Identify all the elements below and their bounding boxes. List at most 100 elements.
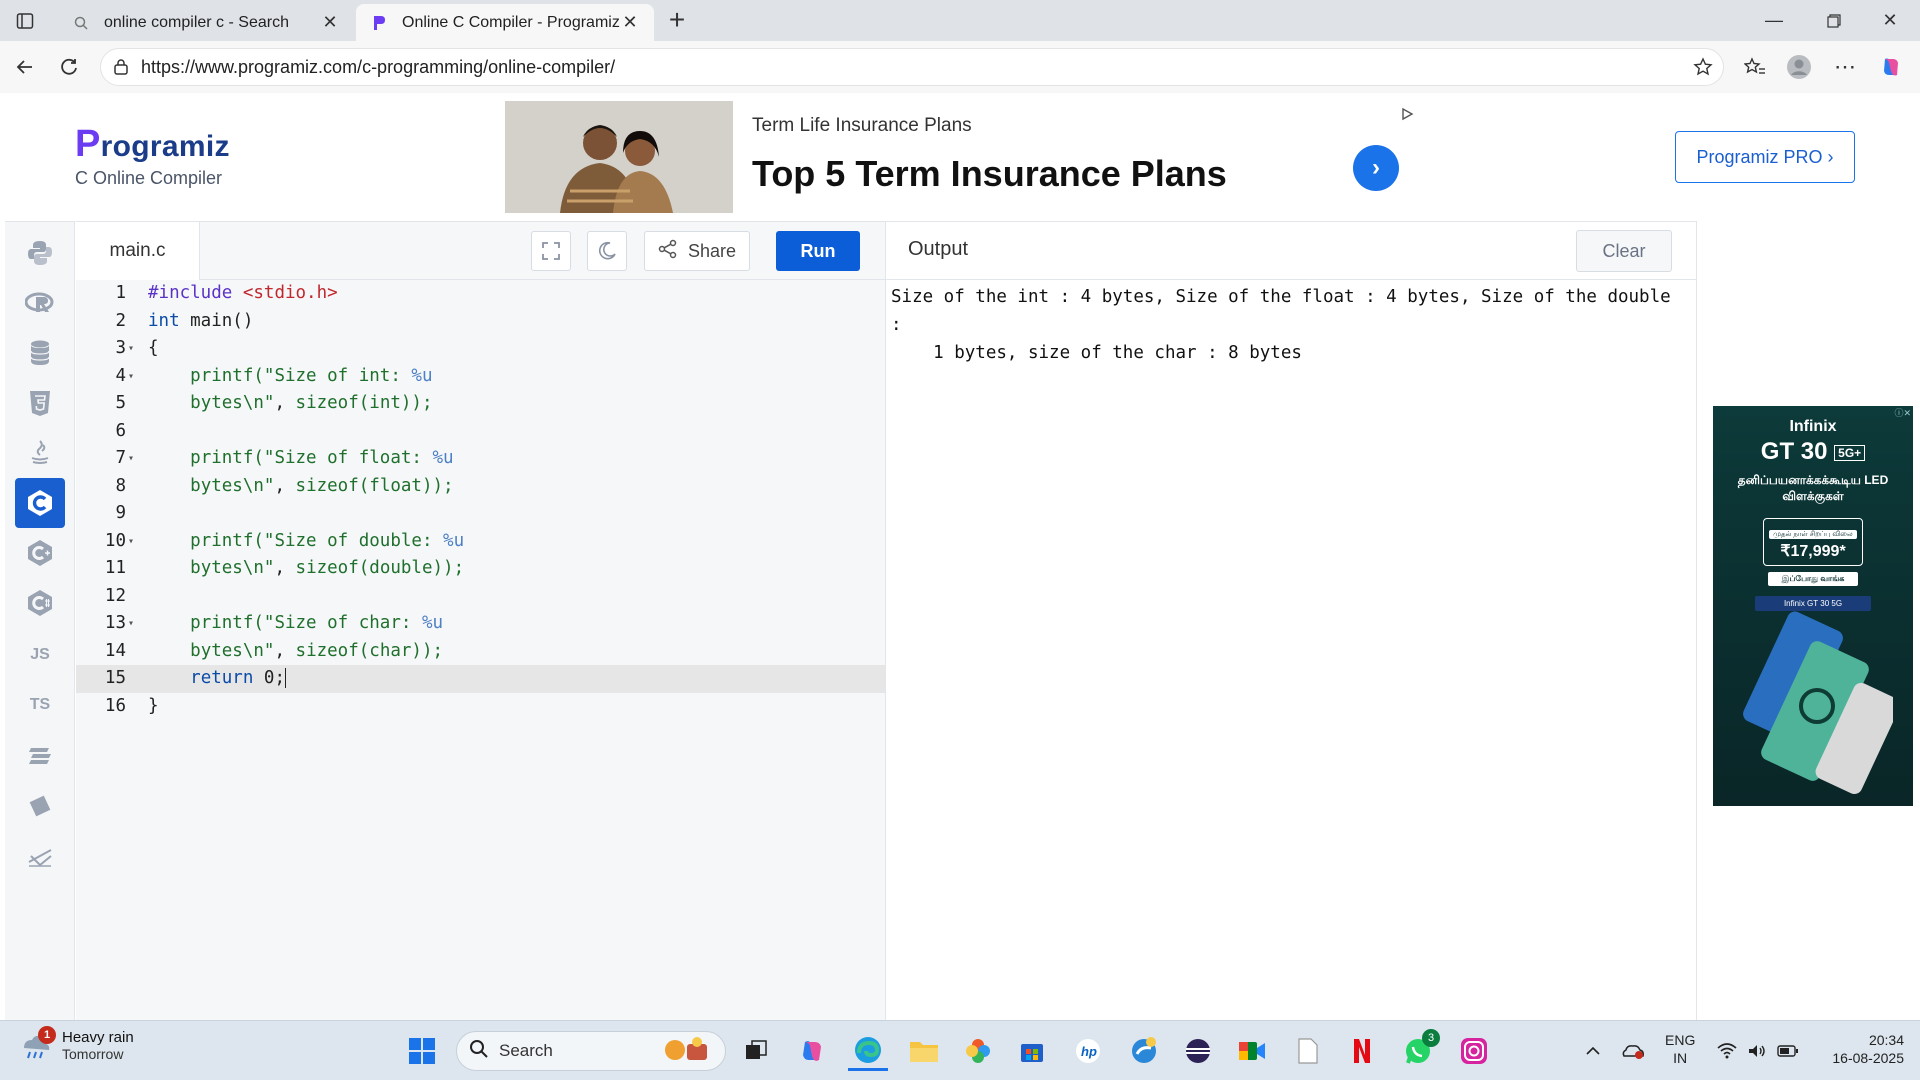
code-line: 4 ▾ printf("Size of int: %u bbox=[76, 363, 885, 391]
photos-icon[interactable] bbox=[958, 1031, 998, 1071]
share-label: Share bbox=[687, 240, 737, 261]
ad-model: GT 30 5G+ bbox=[1713, 438, 1913, 466]
java-icon[interactable] bbox=[15, 428, 65, 478]
file-icon[interactable] bbox=[1288, 1031, 1328, 1071]
python-app-icon[interactable] bbox=[1124, 1031, 1164, 1071]
task-view-icon[interactable] bbox=[736, 1031, 776, 1071]
notification-badge: 3 bbox=[1422, 1029, 1440, 1047]
code-line: 5 bytes\n", sizeof(int)); bbox=[115, 393, 433, 413]
battery-icon[interactable] bbox=[1774, 1031, 1802, 1071]
clear-button[interactable]: Clear bbox=[1576, 230, 1672, 272]
site-info-icon[interactable] bbox=[101, 59, 141, 75]
ad-close-icon[interactable]: ⓘ✕ bbox=[1894, 406, 1911, 419]
instagram-icon[interactable] bbox=[1454, 1031, 1494, 1071]
taskbar-search[interactable]: Search bbox=[456, 1031, 726, 1071]
fullscreen-icon[interactable] bbox=[531, 231, 571, 271]
output-title: Output bbox=[908, 238, 969, 260]
minimize-icon[interactable]: — bbox=[1746, 0, 1802, 41]
file-tab[interactable]: main.c bbox=[76, 222, 200, 280]
programiz-logo[interactable]: Programiz bbox=[75, 123, 230, 166]
back-icon[interactable] bbox=[8, 50, 42, 84]
onedrive-icon[interactable] bbox=[1618, 1031, 1648, 1071]
editor-toolbar: main.c Share Run bbox=[76, 222, 885, 280]
refresh-icon[interactable] bbox=[52, 50, 86, 84]
svg-text:hp: hp bbox=[1081, 1044, 1097, 1059]
database-icon[interactable] bbox=[15, 328, 65, 378]
search-icon bbox=[469, 1039, 489, 1064]
c-icon[interactable] bbox=[15, 478, 65, 528]
output-header: Output Clear bbox=[886, 222, 1697, 280]
ad-choices-icon[interactable] bbox=[1400, 107, 1414, 124]
programiz-page: Programiz C Online Compiler Term Life In… bbox=[5, 93, 1920, 1021]
taskbar-search-label: Search bbox=[499, 1041, 553, 1060]
html5-icon[interactable] bbox=[15, 378, 65, 428]
netflix-icon[interactable] bbox=[1342, 1031, 1382, 1071]
meet-icon[interactable] bbox=[1232, 1031, 1272, 1071]
address-bar: https://www.programiz.com/c-programming/… bbox=[0, 41, 1920, 93]
eclipse-icon[interactable] bbox=[1178, 1031, 1218, 1071]
more-options-icon[interactable]: ⋯ bbox=[1828, 50, 1862, 84]
ad-kicker: Term Life Insurance Plans bbox=[752, 115, 972, 136]
dark-mode-icon[interactable] bbox=[587, 231, 627, 271]
edge-browser-icon[interactable] bbox=[848, 1031, 888, 1071]
programiz-pro-button[interactable]: Programiz PRO › bbox=[1675, 131, 1855, 183]
output-text[interactable]: Size of the int : 4 bytes, Size of the f… bbox=[891, 283, 1691, 367]
ad-buy-button[interactable]: இப்போது வாங்க bbox=[1768, 572, 1858, 586]
favorite-star-icon[interactable] bbox=[1683, 57, 1723, 77]
code-area[interactable]: 1 #include <stdio.h> 2 int main() 3 ▾{ 4 ▾ p… bbox=[76, 280, 885, 720]
restore-icon[interactable] bbox=[1806, 0, 1862, 41]
r-icon[interactable] bbox=[15, 278, 65, 328]
clock[interactable]: 20:34 16-08-2025 bbox=[1812, 1031, 1904, 1067]
file-explorer-icon[interactable] bbox=[904, 1031, 944, 1071]
fold-caret-icon: ▾ bbox=[128, 535, 135, 547]
favorites-icon[interactable] bbox=[1738, 50, 1772, 84]
volume-icon[interactable] bbox=[1744, 1031, 1770, 1071]
copilot-app-icon[interactable] bbox=[792, 1031, 832, 1071]
brand[interactable]: Programiz C Online Compiler bbox=[75, 123, 230, 189]
whatsapp-icon[interactable]: 3 bbox=[1398, 1029, 1440, 1071]
tab-actions-icon[interactable] bbox=[10, 8, 40, 34]
code-line: 6 bbox=[115, 420, 126, 441]
python-icon[interactable] bbox=[15, 228, 65, 278]
programiz-favicon bbox=[370, 14, 388, 32]
ad-headline: Top 5 Term Insurance Plans bbox=[752, 153, 1227, 194]
notification-badge: 1 bbox=[38, 1025, 56, 1044]
code-line: 12 bbox=[104, 585, 126, 606]
ad-tagline: தனிப்பயனாக்கக்கூடிய LED விளக்குகள் bbox=[1737, 473, 1889, 503]
new-tab-icon[interactable]: + bbox=[662, 6, 692, 36]
tab-programiz[interactable]: Online C Compiler - Programiz ✕ bbox=[356, 4, 654, 41]
ad-banner[interactable]: Term Life Insurance Plans Top 5 Term Ins… bbox=[505, 101, 1414, 213]
go-icon[interactable] bbox=[15, 730, 65, 780]
wifi-icon[interactable] bbox=[1714, 1031, 1740, 1071]
code-line: 8 bytes\n", sizeof(float)); bbox=[115, 475, 454, 496]
close-window-icon[interactable]: ✕ bbox=[1862, 0, 1918, 41]
rail-js[interactable]: JS bbox=[15, 630, 65, 680]
php-icon[interactable] bbox=[15, 780, 65, 830]
chevron-right-icon[interactable]: › bbox=[1353, 145, 1399, 191]
store-icon[interactable] bbox=[1012, 1031, 1052, 1071]
side-ad[interactable]: ⓘ✕ Infinix GT 30 5G+ தனிப்பயனாக்கக்கூடிய… bbox=[1713, 406, 1913, 806]
rail-ts[interactable]: TS bbox=[15, 680, 65, 730]
profile-avatar[interactable] bbox=[1782, 50, 1816, 84]
search-icon bbox=[72, 14, 90, 32]
url-text: https://www.programiz.com/c-programming/… bbox=[141, 56, 616, 77]
hp-icon[interactable]: hp bbox=[1068, 1031, 1108, 1071]
csharp-icon[interactable] bbox=[15, 578, 65, 628]
code-line: 7 ▾ printf("Size of float: %u bbox=[76, 445, 885, 473]
code-line: 2 int main() bbox=[115, 310, 254, 331]
weather-widget[interactable]: 1 Heavy rain Tomorrow bbox=[20, 1025, 134, 1062]
copilot-icon[interactable] bbox=[1874, 50, 1908, 84]
tab-title: Online C Compiler - Programiz bbox=[402, 13, 620, 31]
chevron-up-icon[interactable] bbox=[1580, 1031, 1606, 1071]
tab-search[interactable]: online compiler c - Search ✕ bbox=[58, 4, 354, 41]
url-bar[interactable]: https://www.programiz.com/c-programming/… bbox=[100, 48, 1724, 86]
close-tab-icon[interactable]: ✕ bbox=[320, 12, 340, 33]
share-button[interactable]: Share bbox=[644, 231, 750, 271]
close-tab-icon[interactable]: ✕ bbox=[620, 12, 640, 33]
run-button[interactable]: Run bbox=[776, 231, 860, 271]
rain-icon: 1 bbox=[20, 1025, 56, 1062]
windows-start-icon[interactable] bbox=[402, 1031, 442, 1071]
swift-icon[interactable] bbox=[15, 830, 65, 880]
cpp-icon[interactable] bbox=[15, 528, 65, 578]
language-indicator[interactable]: ENG IN bbox=[1665, 1031, 1695, 1067]
